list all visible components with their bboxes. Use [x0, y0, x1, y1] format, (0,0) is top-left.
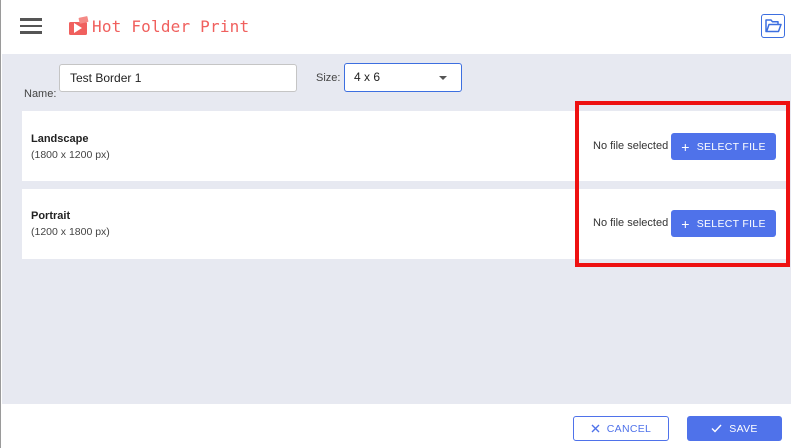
- app-header: Hot Folder Print: [2, 0, 791, 54]
- hot-folder-logo-icon: [68, 16, 90, 36]
- landscape-select-file-button[interactable]: + SELECT FILE: [671, 133, 776, 160]
- file-status: No file selected: [593, 217, 669, 229]
- close-icon: [591, 424, 600, 433]
- portrait-select-file-button[interactable]: + SELECT FILE: [671, 210, 776, 237]
- caret-down-icon: [439, 76, 447, 80]
- select-file-label: SELECT FILE: [696, 217, 766, 230]
- save-button[interactable]: SAVE: [687, 416, 782, 441]
- open-folder-icon: [764, 19, 782, 33]
- name-label: Name:: [24, 88, 57, 100]
- dialog-footer: [2, 404, 791, 448]
- card-subtitle: (1800 x 1200 px): [31, 149, 110, 161]
- size-label: Size:: [316, 72, 341, 84]
- select-file-label: SELECT FILE: [696, 140, 766, 153]
- app-window: Hot Folder Print Name: Size: 4 x 6 Lands…: [0, 0, 791, 448]
- card-title: Portrait: [31, 210, 71, 222]
- plus-icon: +: [681, 215, 690, 232]
- cancel-label: CANCEL: [606, 422, 652, 435]
- card-title: Landscape: [31, 133, 89, 145]
- save-label: SAVE: [729, 422, 758, 435]
- hamburger-menu-icon[interactable]: [20, 18, 42, 34]
- app-title: Hot Folder Print: [92, 17, 250, 36]
- open-folder-button[interactable]: [761, 14, 785, 38]
- landscape-card: Landscape (1800 x 1200 px) No file selec…: [22, 111, 787, 181]
- check-icon: [711, 424, 722, 433]
- size-select-value: 4 x 6: [354, 70, 381, 84]
- plus-icon: +: [681, 138, 690, 155]
- card-subtitle: (1200 x 1800 px): [31, 226, 110, 238]
- portrait-card: Portrait (1200 x 1800 px) No file select…: [22, 189, 787, 259]
- name-input[interactable]: [59, 64, 297, 92]
- file-status: No file selected: [593, 140, 669, 152]
- size-select[interactable]: 4 x 6: [344, 63, 462, 92]
- cancel-button[interactable]: CANCEL: [573, 416, 669, 441]
